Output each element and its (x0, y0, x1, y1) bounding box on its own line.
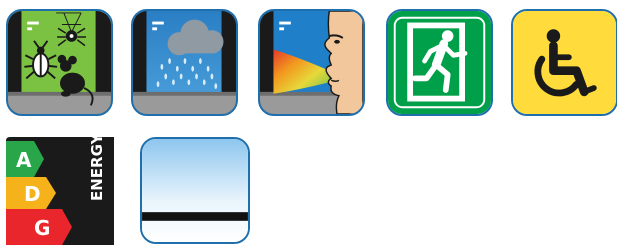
blind-bar (142, 212, 248, 221)
emergency-exit-icon (386, 9, 493, 116)
energy-word-label: ENERGY (88, 137, 106, 201)
air-quality-icon (258, 9, 365, 116)
pests-icon (6, 9, 113, 116)
energy-rating-icon: A D G ENERGY (6, 137, 114, 245)
rain-icon (131, 9, 238, 116)
energy-class-d-label: D (24, 182, 41, 206)
energy-class-g-label: G (34, 216, 50, 240)
wheelchair-icon (511, 9, 617, 116)
energy-class-a-label: A (16, 148, 32, 172)
window-icon (140, 137, 250, 244)
